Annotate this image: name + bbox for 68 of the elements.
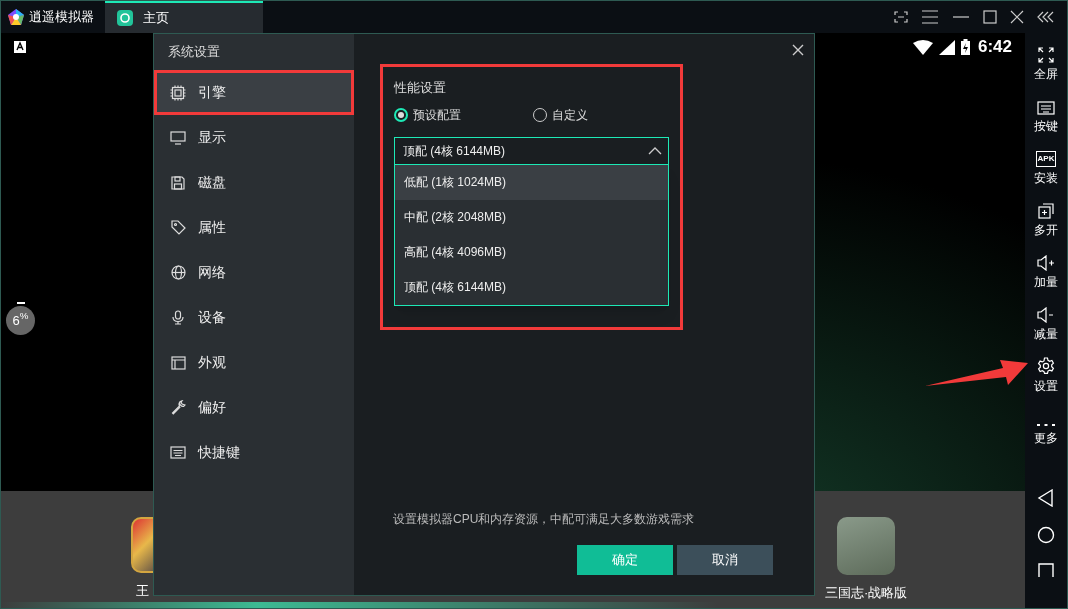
- status-clock: 6:42: [977, 36, 1012, 59]
- tab[interactable]: 主页: [105, 1, 263, 33]
- volume-up-icon: [1037, 255, 1055, 271]
- volume-down-icon: [1037, 307, 1055, 323]
- dialog-title: 系统设置: [168, 43, 220, 62]
- close-icon[interactable]: [792, 44, 804, 56]
- app-label: 王: [136, 582, 149, 600]
- fullscreen-icon: [1038, 47, 1054, 63]
- settings-menu-item[interactable]: 快捷键: [154, 430, 354, 475]
- caret-icon: [648, 146, 662, 155]
- wrench-icon: [170, 400, 186, 415]
- wifi-icon: [912, 39, 933, 55]
- toolbar-button[interactable]: APK 安装: [1034, 143, 1058, 185]
- settings-menu-item[interactable]: 属性: [154, 205, 354, 250]
- globe-icon: [170, 265, 186, 280]
- section-title: 性能设置: [394, 79, 447, 97]
- home-icon[interactable]: [1037, 526, 1055, 544]
- radio-button[interactable]: [394, 107, 408, 122]
- menu-icon[interactable]: [921, 10, 939, 24]
- tag-icon: [170, 220, 186, 235]
- dropdown-option[interactable]: 高配 (4核 4096MB): [395, 234, 668, 270]
- window-icon: [170, 355, 186, 370]
- settings-menu-item[interactable]: 设备: [154, 295, 354, 340]
- toolbar-button[interactable]: 多开: [1034, 195, 1058, 237]
- settings-menu-item[interactable]: 引擎: [154, 70, 354, 115]
- settings-menu-item[interactable]: 偏好: [154, 385, 354, 430]
- toolbar-button[interactable]: 加量: [1034, 247, 1058, 289]
- cancel-button[interactable]: 取消: [677, 545, 773, 575]
- keyboard-icon: [170, 446, 186, 459]
- game-icon[interactable]: [837, 517, 896, 575]
- multi-window-icon: [1038, 203, 1054, 219]
- back-icon[interactable]: [1037, 489, 1055, 507]
- settings-menu-item[interactable]: 磁盘: [154, 160, 354, 205]
- settings-menu-item[interactable]: 外观: [154, 340, 354, 385]
- close-icon[interactable]: [1010, 10, 1024, 24]
- hint-text: 设置模拟器CPU和内存资源，中配可满足大多数游戏需求: [392, 511, 696, 528]
- toolbar-button[interactable]: 更多: [1034, 403, 1058, 445]
- toolbar-button[interactable]: 按键: [1034, 91, 1058, 133]
- cpu-usage-badge[interactable]: 6$^{%}$: [6, 306, 35, 335]
- home-app-icon: [117, 10, 133, 26]
- app-logo-icon: [7, 8, 25, 26]
- recent-apps-icon[interactable]: [1038, 563, 1054, 577]
- radio-option[interactable]: 自定义: [533, 105, 588, 124]
- collapse-icon[interactable]: [1037, 11, 1055, 23]
- chip-icon: [170, 84, 186, 101]
- dropdown-option[interactable]: 中配 (2核 2048MB): [395, 199, 668, 235]
- screenshot-icon[interactable]: [894, 11, 908, 23]
- settings-menu-item[interactable]: 显示: [154, 115, 354, 160]
- settings-menu-item[interactable]: 网络: [154, 250, 354, 295]
- toolbar-button[interactable]: 全屏: [1034, 39, 1058, 81]
- dropdown-option[interactable]: 顶配 (4核 6144MB): [395, 269, 668, 305]
- more-icon: [1037, 423, 1055, 427]
- preset-dropdown[interactable]: 顶配 (4核 6144MB): [394, 136, 669, 165]
- maximize-icon[interactable]: [983, 10, 997, 24]
- signal-icon: [938, 39, 955, 55]
- apk-icon: APK: [1035, 151, 1057, 167]
- toolbar-button[interactable]: 减量: [1034, 299, 1058, 341]
- battery-icon: [960, 39, 970, 55]
- toolbar-button[interactable]: 设置: [1034, 351, 1058, 393]
- settings-icon: [1037, 357, 1055, 375]
- app-title: 逍遥模拟器: [29, 8, 94, 27]
- monitor-icon: [170, 130, 186, 145]
- app-label: 三国志·战略版: [825, 584, 908, 602]
- microphone-icon: [172, 310, 184, 325]
- radio-option[interactable]: 预设配置: [394, 105, 461, 124]
- dropdown-option[interactable]: 低配 (1核 1024MB): [395, 164, 668, 200]
- keyboard-input-icon: [14, 41, 26, 53]
- keyboard-icon: [1037, 101, 1055, 115]
